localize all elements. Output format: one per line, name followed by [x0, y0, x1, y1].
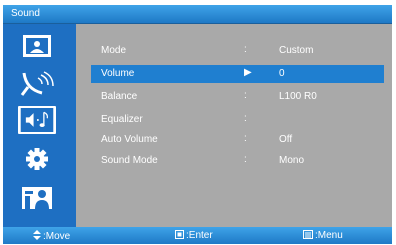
sidebar-item-setup[interactable] — [18, 145, 56, 173]
footer-hint-bar: :Move :Enter :Menu — [3, 227, 392, 244]
row-value: Custom — [279, 45, 314, 56]
row-label: Mode — [101, 45, 127, 56]
sidebar-item-channel[interactable] — [18, 69, 56, 97]
gear-icon — [26, 148, 48, 170]
menu-button-icon — [303, 230, 313, 241]
row-value: Off — [279, 134, 293, 145]
menu-row-balance[interactable]: Balance : L100 R0 — [91, 88, 384, 106]
menu-row-volume[interactable]: Volume ▶ 0 — [91, 65, 384, 83]
osd-window: Sound Mode: Custom Volume ▶ 0 Balance:… — [0, 0, 396, 245]
speaker-note-icon — [20, 108, 54, 132]
menu-label: :Menu — [315, 230, 343, 241]
row-value: 0 — [279, 68, 285, 79]
sidebar-item-picture[interactable] — [18, 32, 56, 60]
enter-hint: :Enter — [175, 230, 213, 241]
row-value: Mono — [279, 155, 305, 166]
sidebar — [3, 24, 76, 227]
row-separator: : — [244, 90, 247, 101]
up-down-arrows-icon — [33, 230, 41, 242]
move-label: :Move — [43, 231, 71, 242]
row-label: Auto Volume — [101, 134, 158, 145]
row-label: Volume — [101, 68, 135, 79]
row-value: L100 R0 — [279, 91, 317, 102]
move-hint: :Move — [33, 230, 70, 242]
person-box-icon — [22, 187, 52, 209]
row-label: Balance — [101, 91, 138, 102]
row-label: Equalizer — [101, 114, 143, 125]
menu-row-mode[interactable]: Mode : Custom — [91, 42, 384, 60]
row-separator: : — [244, 133, 247, 144]
sidebar-item-input[interactable] — [18, 184, 56, 212]
title-bar: Sound — [3, 5, 392, 24]
enter-label: :Enter — [186, 230, 213, 241]
right-arrow-icon: ▶ — [244, 67, 252, 78]
menu-hint: :Menu — [303, 230, 343, 241]
picture-icon — [23, 35, 51, 57]
row-label: Sound Mode — [101, 155, 158, 166]
menu-row-equalizer[interactable]: Equalizer : — [91, 111, 384, 129]
row-separator: : — [244, 113, 247, 124]
row-separator: : — [244, 44, 247, 55]
sound-menu-panel: Mode : Custom Volume ▶ 0 Balance : L100 … — [76, 24, 392, 227]
window-title: Sound — [11, 8, 40, 19]
menu-row-auto-volume[interactable]: Auto Volume : Off — [91, 131, 384, 149]
satellite-dish-icon — [20, 71, 54, 96]
row-separator: : — [244, 154, 247, 165]
enter-button-icon — [175, 230, 184, 241]
sidebar-item-sound[interactable] — [18, 106, 56, 134]
menu-row-sound-mode[interactable]: Sound Mode : Mono — [91, 152, 384, 170]
